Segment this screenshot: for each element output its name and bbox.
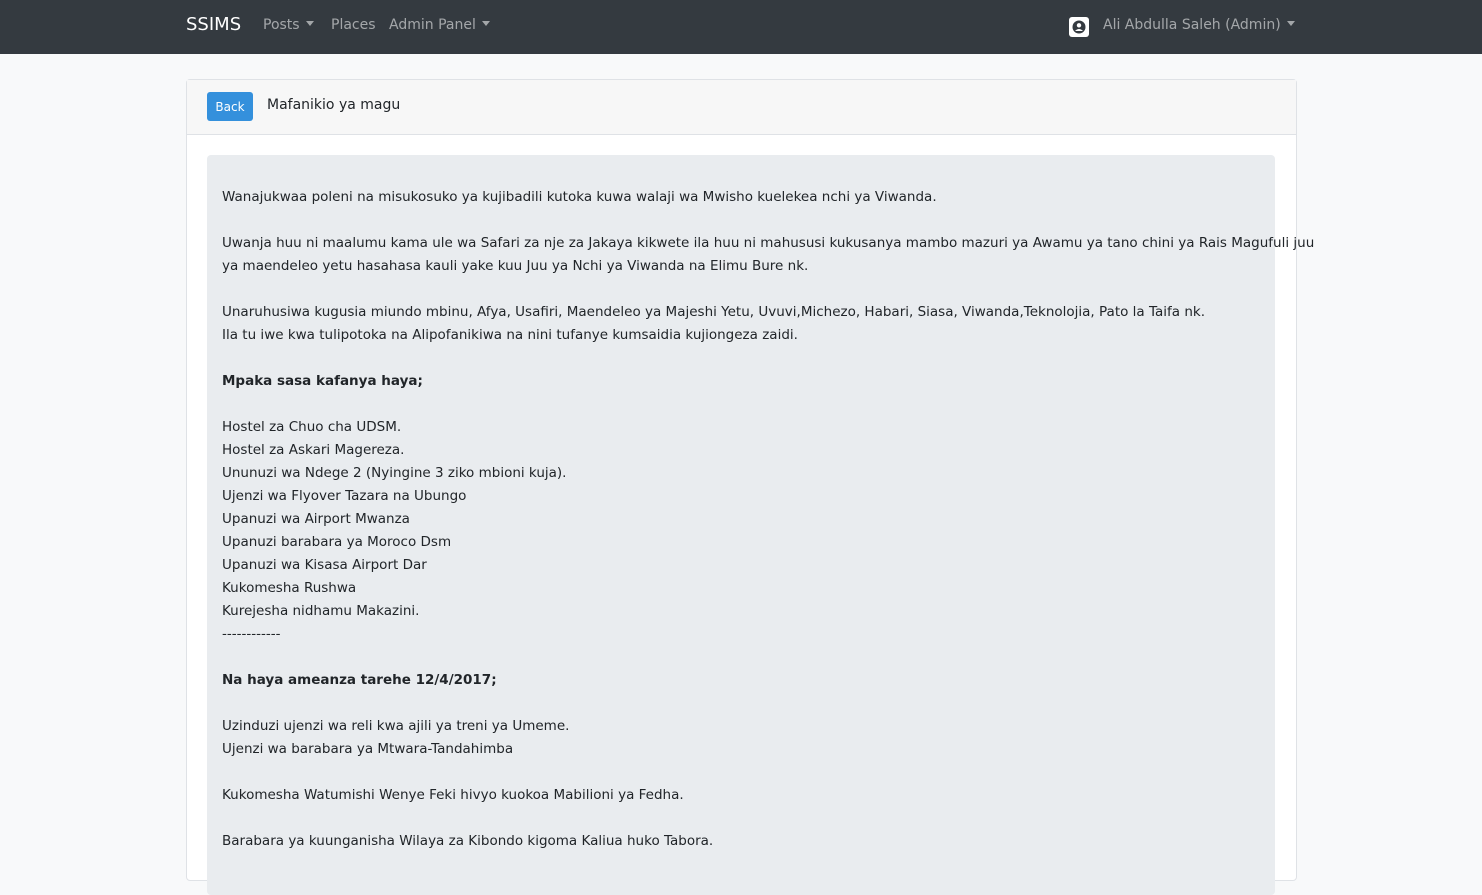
post-list-item: Ujenzi wa Flyover Tazara na Ubungo bbox=[222, 488, 467, 504]
post-paragraph: Wanajukwaa poleni na misukosuko ya kujib… bbox=[222, 189, 937, 205]
post-paragraph: Ila tu iwe kwa tulipotoka na Alipofaniki… bbox=[222, 327, 798, 343]
post-subheading: Na haya ameanza tarehe 12/4/2017; bbox=[222, 672, 497, 688]
post-list-item: Ujenzi wa barabara ya Mtwara-Tandahimba bbox=[222, 741, 514, 757]
user-menu-dropdown[interactable]: Ali Abdulla Saleh (Admin) bbox=[1103, 17, 1295, 33]
post-body: Wanajukwaa poleni na misukosuko ya kujib… bbox=[207, 155, 1314, 895]
post-card: Back Mafanikio ya magu Wanajukwaa poleni… bbox=[186, 79, 1314, 895]
brand-link[interactable]: SSIMS bbox=[186, 14, 241, 35]
nav-admin-panel-dropdown[interactable]: Admin Panel bbox=[389, 17, 490, 33]
post-list-item: Upanuzi wa Airport Mwanza bbox=[222, 511, 410, 527]
nav-places-link[interactable]: Places bbox=[331, 17, 376, 33]
top-navbar: SSIMS Posts Places Admin Panel Ali Abdul… bbox=[0, 0, 1482, 54]
back-button[interactable]: Back bbox=[207, 92, 253, 121]
chevron-down-icon bbox=[1286, 21, 1295, 26]
post-paragraph: Uwanja huu ni maalumu kama ule wa Safari… bbox=[222, 235, 1315, 251]
post-card-header: Back Mafanikio ya magu bbox=[187, 80, 1296, 135]
post-title: Mafanikio ya magu bbox=[267, 97, 401, 113]
post-subheading: Mpaka sasa kafanya haya; bbox=[222, 373, 423, 389]
user-name-label: Ali Abdulla Saleh (Admin) bbox=[1103, 17, 1281, 33]
post-paragraph: ya maendeleo yetu hasahasa kauli yake ku… bbox=[222, 258, 809, 274]
post-list-item: Ununuzi wa Ndege 2 (Nyingine 3 ziko mbio… bbox=[222, 465, 567, 481]
nav-posts-label: Posts bbox=[263, 17, 300, 33]
user-avatar-icon[interactable] bbox=[1069, 17, 1089, 37]
chevron-down-icon bbox=[305, 21, 314, 26]
post-list-item: Hostel za Chuo cha UDSM. bbox=[222, 419, 402, 435]
nav-admin-panel-label: Admin Panel bbox=[389, 17, 476, 33]
nav-posts-dropdown[interactable]: Posts bbox=[263, 17, 314, 33]
post-list-item: Kurejesha nidhamu Makazini. bbox=[222, 603, 420, 619]
post-divider-text: ------------ bbox=[222, 626, 281, 642]
chevron-down-icon bbox=[481, 21, 490, 26]
post-list-item: Uzinduzi ujenzi wa reli kwa ajili ya tre… bbox=[222, 718, 570, 734]
post-list-item: Hostel za Askari Magereza. bbox=[222, 442, 405, 458]
post-list-item: Kukomesha Watumishi Wenye Feki hivyo kuo… bbox=[222, 787, 684, 803]
post-paragraph: Unaruhusiwa kugusia miundo mbinu, Afya, … bbox=[222, 304, 1205, 320]
post-list-item: Upanuzi barabara ya Moroco Dsm bbox=[222, 534, 452, 550]
post-list-item: Kukomesha Rushwa bbox=[222, 580, 357, 596]
post-list-item: Upanuzi wa Kisasa Airport Dar bbox=[222, 557, 427, 573]
